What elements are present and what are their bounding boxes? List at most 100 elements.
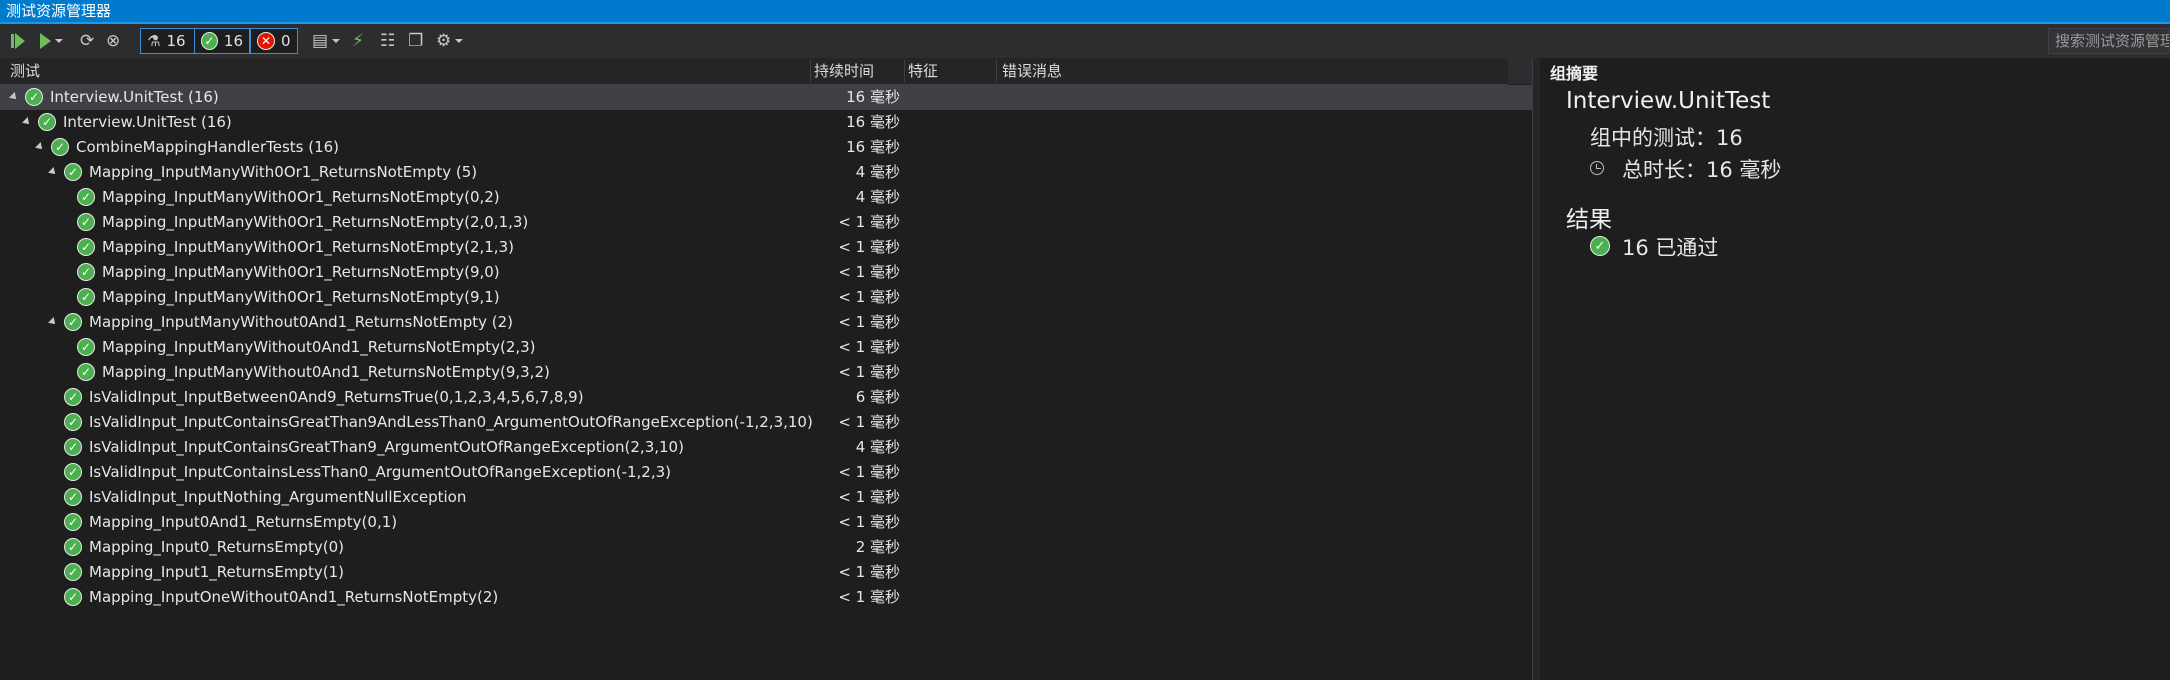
test-name: Mapping_InputManyWith0Or1_ReturnsNotEmpt… xyxy=(89,163,478,181)
chevron-down-icon xyxy=(332,39,341,43)
test-name: Interview.UnitTest (16) xyxy=(50,88,219,106)
summary-results-title: 结果 xyxy=(1566,207,1612,233)
group-summary-panel: 组摘要 Interview.UnitTest 组中的测试：16 总时长：16 毫… xyxy=(1540,58,2170,680)
search-placeholder: 搜索测试资源管理 xyxy=(2055,32,2170,50)
test-name: Mapping_InputManyWith0Or1_ReturnsNotEmpt… xyxy=(102,188,500,206)
copy-icon: ❐ xyxy=(408,31,424,51)
tree-row[interactable]: ✓ Interview.UnitTest (16) 16 毫秒 xyxy=(0,85,1532,110)
test-duration: < 1 毫秒 xyxy=(838,363,900,381)
playlist-button[interactable]: ▤ xyxy=(312,29,341,53)
summary-total-duration: 总时长：16 毫秒 xyxy=(1622,158,1782,182)
test-duration: 4 毫秒 xyxy=(855,188,900,206)
test-duration: < 1 毫秒 xyxy=(838,463,900,481)
test-duration: < 1 毫秒 xyxy=(838,588,900,606)
lightning-icon: ⚡ xyxy=(352,31,364,51)
search-input[interactable]: 搜索测试资源管理 xyxy=(2048,28,2170,54)
expand-arrow-icon[interactable] xyxy=(35,142,45,152)
summary-group-name: Interview.UnitTest xyxy=(1566,88,1771,114)
tree-row[interactable]: ✓ CombineMappingHandlerTests (16) 16 毫秒 xyxy=(0,135,1530,160)
tree-row[interactable]: ✓ Mapping_InputManyWith0Or1_ReturnsNotEmp… xyxy=(0,210,1530,235)
run-all-button[interactable] xyxy=(10,29,26,53)
tree-row[interactable]: ✓ IsValidInput_InputContainsGreatThan9And… xyxy=(0,410,1530,435)
tree-row[interactable]: ✓ IsValidInput_InputContainsGreatThan9_Ar… xyxy=(0,435,1530,460)
refresh-button[interactable]: ⟳ xyxy=(80,29,94,53)
test-duration: < 1 毫秒 xyxy=(838,513,900,531)
passed-check-icon: ✓ xyxy=(77,263,95,281)
passed-check-icon: ✓ xyxy=(64,588,82,606)
test-name: Interview.UnitTest (16) xyxy=(63,113,232,131)
passed-check-icon: ✓ xyxy=(25,88,43,106)
error-icon: ✕ xyxy=(257,32,275,50)
header-corner xyxy=(1508,58,1532,84)
passed-check-icon: ✓ xyxy=(51,138,69,156)
cancel-button[interactable]: ⊗ xyxy=(106,29,120,53)
total-tests-filter[interactable]: ⚗ 16 xyxy=(140,28,196,54)
passed-check-icon: ✓ xyxy=(77,363,95,381)
tree-row[interactable]: ✓ Mapping_InputManyWithout0And1_ReturnsNo… xyxy=(0,310,1530,335)
expand-arrow-icon[interactable] xyxy=(22,117,32,127)
column-test[interactable]: 测试 xyxy=(10,58,40,84)
test-name: Mapping_InputManyWithout0And1_ReturnsNot… xyxy=(102,338,536,356)
passed-check-icon: ✓ xyxy=(64,488,82,506)
tree-row[interactable]: ✓ Mapping_InputManyWith0Or1_ReturnsNotEmp… xyxy=(0,160,1530,185)
passed-check-icon: ✓ xyxy=(77,338,95,356)
test-name: Mapping_Input0_ReturnsEmpty(0) xyxy=(89,538,344,556)
summary-title: 组摘要 xyxy=(1550,64,1599,83)
test-duration: < 1 毫秒 xyxy=(838,488,900,506)
passed-check-icon: ✓ xyxy=(77,288,95,306)
tree-row[interactable]: ✓ Mapping_InputManyWith0Or1_ReturnsNotEmp… xyxy=(0,260,1530,285)
copy-button[interactable]: ❐ xyxy=(408,29,423,53)
hierarchy-icon: ☷ xyxy=(380,31,396,51)
test-name: Mapping_Input1_ReturnsEmpty(1) xyxy=(89,563,344,581)
tree-row[interactable]: ✓ IsValidInput_InputContainsLessThan0_Arg… xyxy=(0,460,1530,485)
tree-row[interactable]: ✓ Mapping_InputOneWithout0And1_ReturnsNot… xyxy=(0,585,1530,610)
tree-row[interactable]: ✓ Mapping_Input1_ReturnsEmpty(1) < 1 毫秒 xyxy=(0,560,1530,585)
total-count: 16 xyxy=(166,32,186,50)
test-duration: 16 毫秒 xyxy=(846,138,900,156)
test-duration: < 1 毫秒 xyxy=(838,413,900,431)
passed-check-icon: ✓ xyxy=(64,563,82,581)
tree-row[interactable]: ✓ IsValidInput_InputBetween0And9_ReturnsT… xyxy=(0,385,1530,410)
settings-button[interactable]: ⚙ xyxy=(436,29,464,53)
tree-row[interactable]: ✓ Mapping_InputManyWithout0And1_ReturnsNo… xyxy=(0,360,1530,385)
test-name: CombineMappingHandlerTests (16) xyxy=(76,138,340,156)
test-duration: < 1 毫秒 xyxy=(838,263,900,281)
window-title: 测试资源管理器 xyxy=(6,2,112,20)
passed-check-icon: ✓ xyxy=(38,113,56,131)
failed-tests-filter[interactable]: ✕ 0 xyxy=(250,28,298,54)
test-name: IsValidInput_InputContainsGreatThan9AndL… xyxy=(89,413,813,431)
test-name: IsValidInput_InputNothing_ArgumentNullEx… xyxy=(89,488,467,506)
toolbar: ⟳ ⊗ ⚗ 16 ✓ 16 ✕ 0 ▤ ⚡ ☷ ❐ ⚙ xyxy=(0,24,2170,59)
test-duration: 16 毫秒 xyxy=(846,88,900,106)
test-name: Mapping_InputManyWith0Or1_ReturnsNotEmpt… xyxy=(102,263,500,281)
tree-row[interactable]: ✓ Mapping_InputManyWith0Or1_ReturnsNotEmp… xyxy=(0,185,1530,210)
test-name: IsValidInput_InputContainsLessThan0_Argu… xyxy=(89,463,671,481)
expand-arrow-icon[interactable] xyxy=(48,167,58,177)
test-duration: 6 毫秒 xyxy=(855,388,900,406)
column-error-message[interactable]: 错误消息 xyxy=(1002,58,1062,84)
tree-row[interactable]: ✓ Interview.UnitTest (16) 16 毫秒 xyxy=(0,110,1530,135)
tree-row[interactable]: ✓ Mapping_Input0And1_ReturnsEmpty(0,1) < 1… xyxy=(0,510,1530,535)
tree-row[interactable]: ✓ IsValidInput_InputNothing_ArgumentNullE… xyxy=(0,485,1530,510)
passed-tests-filter[interactable]: ✓ 16 xyxy=(194,28,250,54)
run-after-build-button[interactable]: ⚡ xyxy=(352,29,364,53)
test-name: Mapping_InputOneWithout0And1_ReturnsNotE… xyxy=(89,588,499,606)
column-traits[interactable]: 特征 xyxy=(908,58,938,84)
tree-row[interactable]: ✓ Mapping_InputManyWith0Or1_ReturnsNotEmp… xyxy=(0,285,1530,310)
passed-check-icon: ✓ xyxy=(64,388,82,406)
tree-row[interactable]: ✓ Mapping_InputManyWithout0And1_ReturnsNo… xyxy=(0,335,1530,360)
passed-check-icon: ✓ xyxy=(64,163,82,181)
column-header: 测试 持续时间 特征 错误消息 xyxy=(0,58,1509,85)
passed-check-icon: ✓ xyxy=(77,213,95,231)
expand-arrow-icon[interactable] xyxy=(9,92,19,102)
chevron-down-icon xyxy=(55,39,63,43)
group-by-button[interactable]: ☷ xyxy=(380,29,395,53)
run-button[interactable] xyxy=(40,29,63,53)
flask-icon: ⚗ xyxy=(147,32,161,50)
tree-row[interactable]: ✓ Mapping_Input0_ReturnsEmpty(0) 2 毫秒 xyxy=(0,535,1530,560)
column-duration[interactable]: 持续时间 xyxy=(814,58,874,84)
expand-arrow-icon[interactable] xyxy=(48,317,58,327)
passed-check-icon: ✓ xyxy=(64,538,82,556)
tree-row[interactable]: ✓ Mapping_InputManyWith0Or1_ReturnsNotEmp… xyxy=(0,235,1530,260)
failed-count: 0 xyxy=(281,32,291,50)
